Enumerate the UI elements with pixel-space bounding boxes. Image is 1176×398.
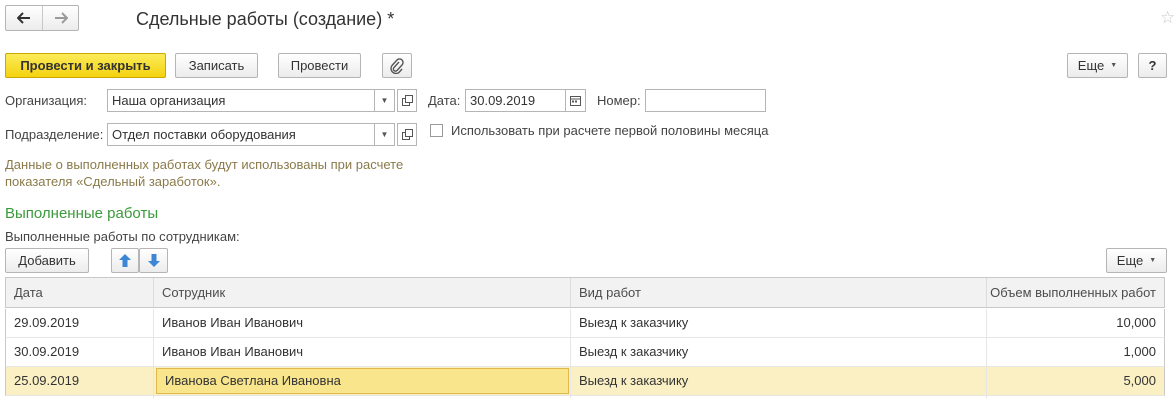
dropdown-arrow-icon: ▼ [1110,62,1118,69]
column-divider [986,309,987,398]
cell-volume[interactable]: 1,000 [987,338,1164,366]
date-value: 30.09.2019 [470,93,536,108]
calendar-icon [570,96,581,106]
org-label: Организация: [5,93,88,108]
move-up-button[interactable] [111,248,139,273]
chevron-down-icon: ▼ [380,96,389,105]
org-open-button[interactable] [397,89,417,112]
cell-work-type[interactable]: Выезд к заказчику [571,338,987,366]
star-icon[interactable]: ☆ [1160,8,1175,28]
arrow-right-icon [55,12,68,24]
column-header-employee[interactable]: Сотрудник [154,278,571,307]
cell-date[interactable]: 29.09.2019 [6,309,154,337]
nav-group [5,5,79,31]
number-field[interactable] [645,89,766,112]
open-window-icon [401,129,413,140]
dept-label: Подразделение: [5,127,104,142]
section-title: Выполненные работы [5,205,159,222]
post-button[interactable]: Провести [278,53,361,78]
section-subtitle: Выполненные работы по сотрудникам: [5,229,240,244]
forward-button[interactable] [43,6,79,30]
more-label: Еще [1077,58,1105,73]
dept-field[interactable]: Отдел поставки оборудования [107,123,375,146]
first-half-label: Использовать при расчете первой половины… [451,123,769,138]
move-down-button[interactable] [139,248,168,273]
cell-employee[interactable]: Иванов Иван Иванович [154,309,571,337]
back-button[interactable] [6,6,43,30]
date-field[interactable]: 30.09.2019 [465,89,566,112]
column-header-work-type[interactable]: Вид работ [571,278,987,307]
post-and-close-button[interactable]: Провести и закрыть [5,53,166,78]
attach-button[interactable] [382,53,412,78]
more-label: Еще [1116,253,1144,268]
column-header-date[interactable]: Дата [6,278,154,307]
dropdown-arrow-icon: ▼ [1149,257,1157,264]
org-value: Наша организация [112,93,226,108]
table-row-selected[interactable]: 25.09.2019 Иванова Светлана Ивановна Вые… [5,367,1165,396]
info-text-line2: показателя «Сдельный заработок». [5,174,221,189]
column-divider [153,309,154,398]
cell-employee-active[interactable]: Иванова Светлана Ивановна [156,368,569,394]
cell-date[interactable]: 25.09.2019 [6,367,154,395]
info-text-line1: Данные о выполненных работах будут испол… [5,157,404,172]
dept-value: Отдел поставки оборудования [112,127,296,142]
add-button[interactable]: Добавить [5,248,89,273]
paperclip-icon [390,57,404,74]
org-field[interactable]: Наша организация [107,89,375,112]
table-row[interactable]: 30.09.2019 Иванов Иван Иванович Выезд к … [5,338,1165,367]
chevron-down-icon: ▼ [380,130,389,139]
cell-volume[interactable]: 5,000 [987,367,1164,395]
table-row[interactable]: 29.09.2019 Иванов Иван Иванович Выезд к … [5,309,1165,338]
column-header-volume[interactable]: Объем выполненных работ [987,278,1164,307]
cell-volume[interactable]: 10,000 [987,309,1164,337]
dept-open-button[interactable] [397,123,417,146]
org-dropdown-button[interactable]: ▼ [375,89,395,112]
cell-work-type[interactable]: Выезд к заказчику [571,309,987,337]
open-window-icon [401,95,413,106]
cell-work-type[interactable]: Выезд к заказчику [571,367,987,395]
arrow-up-icon [119,254,131,267]
arrow-down-icon [147,254,160,267]
save-button[interactable]: Записать [175,53,258,78]
more-button-top[interactable]: Еще ▼ [1067,53,1128,78]
cell-date[interactable]: 30.09.2019 [6,338,154,366]
column-divider [570,309,571,398]
table-header: Дата Сотрудник Вид работ Объем выполненн… [5,277,1165,308]
cell-employee[interactable]: Иванов Иван Иванович [154,338,571,366]
page-title: Сдельные работы (создание) * [136,9,395,29]
first-half-checkbox[interactable] [430,124,443,137]
more-button-table[interactable]: Еще ▼ [1106,248,1167,273]
arrow-left-icon [17,12,30,24]
date-label: Дата: [428,93,461,108]
help-button[interactable]: ? [1138,53,1167,78]
calendar-button[interactable] [566,89,586,112]
number-label: Номер: [597,93,641,108]
dept-dropdown-button[interactable]: ▼ [375,123,395,146]
